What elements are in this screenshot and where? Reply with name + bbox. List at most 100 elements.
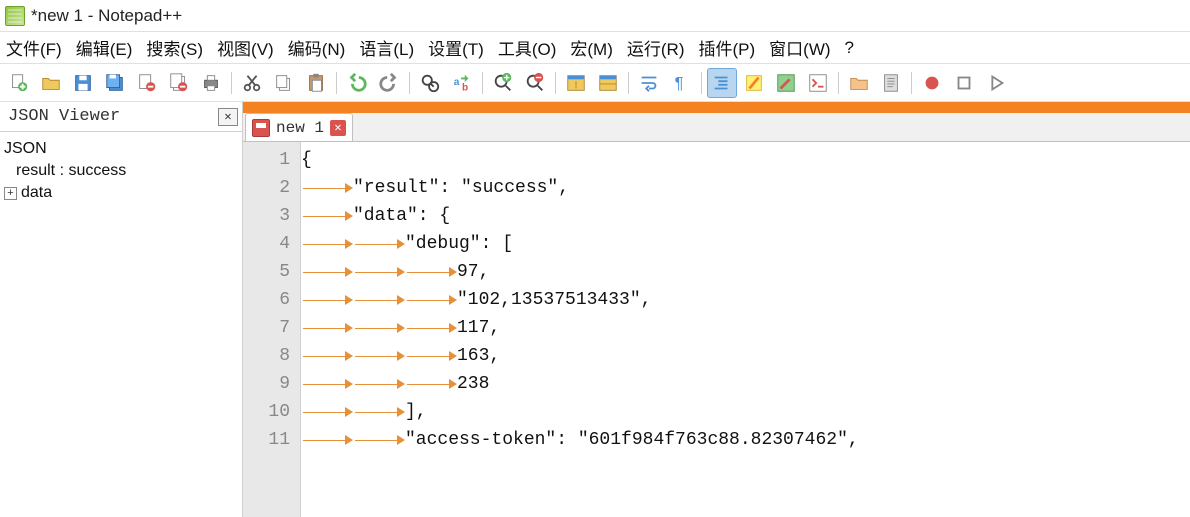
- menu-file[interactable]: 文件(F): [4, 33, 64, 62]
- toolbar: ab ¶: [0, 64, 1190, 102]
- menu-window[interactable]: 窗口(W): [767, 33, 832, 62]
- line-number: 5: [243, 258, 300, 286]
- word-wrap-icon[interactable]: [634, 68, 664, 98]
- svg-text:a: a: [454, 76, 460, 87]
- code-line[interactable]: 97,: [301, 258, 1190, 286]
- json-viewer-title: JSON Viewer: [8, 107, 120, 126]
- code-line[interactable]: ],: [301, 398, 1190, 426]
- menu-search[interactable]: 搜索(S): [144, 33, 205, 62]
- code-line[interactable]: "debug": [: [301, 230, 1190, 258]
- close-all-icon[interactable]: [164, 68, 194, 98]
- code-line[interactable]: 238: [301, 370, 1190, 398]
- sync-v-icon[interactable]: [561, 68, 591, 98]
- copy-icon[interactable]: [269, 68, 299, 98]
- editor-body[interactable]: 1234567891011 {"result": "success","data…: [243, 141, 1190, 517]
- menu-bar: 文件(F) 编辑(E) 搜索(S) 视图(V) 编码(N) 语言(L) 设置(T…: [0, 32, 1190, 64]
- indent-guide-icon[interactable]: [707, 68, 737, 98]
- line-number: 10: [243, 398, 300, 426]
- tree-root[interactable]: JSON: [4, 138, 238, 160]
- code-text: {: [301, 146, 312, 174]
- save-all-icon[interactable]: [100, 68, 130, 98]
- code-line[interactable]: "access-token": "601f984f763c88.82307462…: [301, 426, 1190, 454]
- expand-icon[interactable]: +: [4, 187, 17, 200]
- function-list-icon[interactable]: [803, 68, 833, 98]
- code-text: 238: [457, 370, 489, 398]
- code-line[interactable]: 163,: [301, 342, 1190, 370]
- svg-text:b: b: [462, 82, 468, 93]
- zoom-in-icon[interactable]: [488, 68, 518, 98]
- highlight-icon[interactable]: [739, 68, 769, 98]
- line-number: 4: [243, 230, 300, 258]
- menu-edit[interactable]: 编辑(E): [74, 33, 135, 62]
- line-number: 6: [243, 286, 300, 314]
- doc-map-icon[interactable]: [876, 68, 906, 98]
- toolbar-separator: [409, 72, 410, 94]
- tree-node-label: JSON: [4, 140, 47, 158]
- cut-icon[interactable]: [237, 68, 267, 98]
- code-line[interactable]: "102,13537513433",: [301, 286, 1190, 314]
- toolbar-separator: [701, 72, 702, 94]
- toolbar-separator: [838, 72, 839, 94]
- json-viewer-close-icon[interactable]: ✕: [218, 108, 238, 126]
- editor-area: new 1 ✕ 1234567891011 {"result": "succes…: [243, 102, 1190, 517]
- tree-leaf[interactable]: result : success: [4, 160, 238, 182]
- menu-help[interactable]: ?: [843, 36, 856, 60]
- toolbar-separator: [336, 72, 337, 94]
- toolbar-separator: [555, 72, 556, 94]
- find-icon[interactable]: [415, 68, 445, 98]
- editor-tabs: new 1 ✕: [243, 113, 1190, 141]
- replace-icon[interactable]: ab: [447, 68, 477, 98]
- line-number: 1: [243, 146, 300, 174]
- work-area: JSON Viewer ✕ JSON result : success + da…: [0, 102, 1190, 517]
- json-tree[interactable]: JSON result : success + data: [0, 132, 242, 517]
- print-icon[interactable]: [196, 68, 226, 98]
- pilcrow-icon[interactable]: ¶: [666, 68, 696, 98]
- menu-settings[interactable]: 设置(T): [426, 33, 486, 62]
- line-number: 11: [243, 426, 300, 454]
- new-file-icon[interactable]: [4, 68, 34, 98]
- title-bar: *new 1 - Notepad++: [0, 0, 1190, 32]
- code-line[interactable]: {: [301, 146, 1190, 174]
- toolbar-separator: [628, 72, 629, 94]
- unsaved-icon: [252, 119, 270, 137]
- code-line[interactable]: "data": {: [301, 202, 1190, 230]
- code-text: 117,: [457, 314, 500, 342]
- record-icon[interactable]: [917, 68, 947, 98]
- save-icon[interactable]: [68, 68, 98, 98]
- toolbar-separator: [231, 72, 232, 94]
- line-number: 8: [243, 342, 300, 370]
- undo-icon[interactable]: [342, 68, 372, 98]
- tab-label: new 1: [276, 119, 324, 137]
- editor-tab[interactable]: new 1 ✕: [245, 113, 353, 141]
- code-text: "result": "success",: [353, 174, 569, 202]
- code-line[interactable]: 117,: [301, 314, 1190, 342]
- paste-icon[interactable]: [301, 68, 331, 98]
- svg-text:¶: ¶: [675, 74, 684, 92]
- zoom-out-icon[interactable]: [520, 68, 550, 98]
- menu-macro[interactable]: 宏(M): [568, 33, 614, 62]
- code-text: 97,: [457, 258, 489, 286]
- menu-language[interactable]: 语言(L): [357, 33, 416, 62]
- menu-tools[interactable]: 工具(O): [496, 33, 559, 62]
- menu-plugins[interactable]: 插件(P): [696, 33, 757, 62]
- toolbar-separator: [482, 72, 483, 94]
- menu-view[interactable]: 视图(V): [215, 33, 276, 62]
- stop-icon[interactable]: [949, 68, 979, 98]
- close-icon[interactable]: [132, 68, 162, 98]
- play-icon[interactable]: [981, 68, 1011, 98]
- menu-encoding[interactable]: 编码(N): [286, 33, 348, 62]
- open-file-icon[interactable]: [36, 68, 66, 98]
- line-number: 9: [243, 370, 300, 398]
- code-line[interactable]: "result": "success",: [301, 174, 1190, 202]
- code-text: "102,13537513433",: [457, 286, 651, 314]
- eyedrop-icon[interactable]: [771, 68, 801, 98]
- tree-branch[interactable]: + data: [4, 182, 238, 204]
- tab-close-icon[interactable]: ✕: [330, 120, 346, 136]
- code-text: "data": {: [353, 202, 450, 230]
- folder-icon[interactable]: [844, 68, 874, 98]
- menu-run[interactable]: 运行(R): [625, 33, 687, 62]
- sync-h-icon[interactable]: [593, 68, 623, 98]
- code-area[interactable]: { "result": "success","data": {"debug": […: [301, 142, 1190, 517]
- redo-icon[interactable]: [374, 68, 404, 98]
- json-viewer-panel: JSON Viewer ✕ JSON result : success + da…: [0, 102, 243, 517]
